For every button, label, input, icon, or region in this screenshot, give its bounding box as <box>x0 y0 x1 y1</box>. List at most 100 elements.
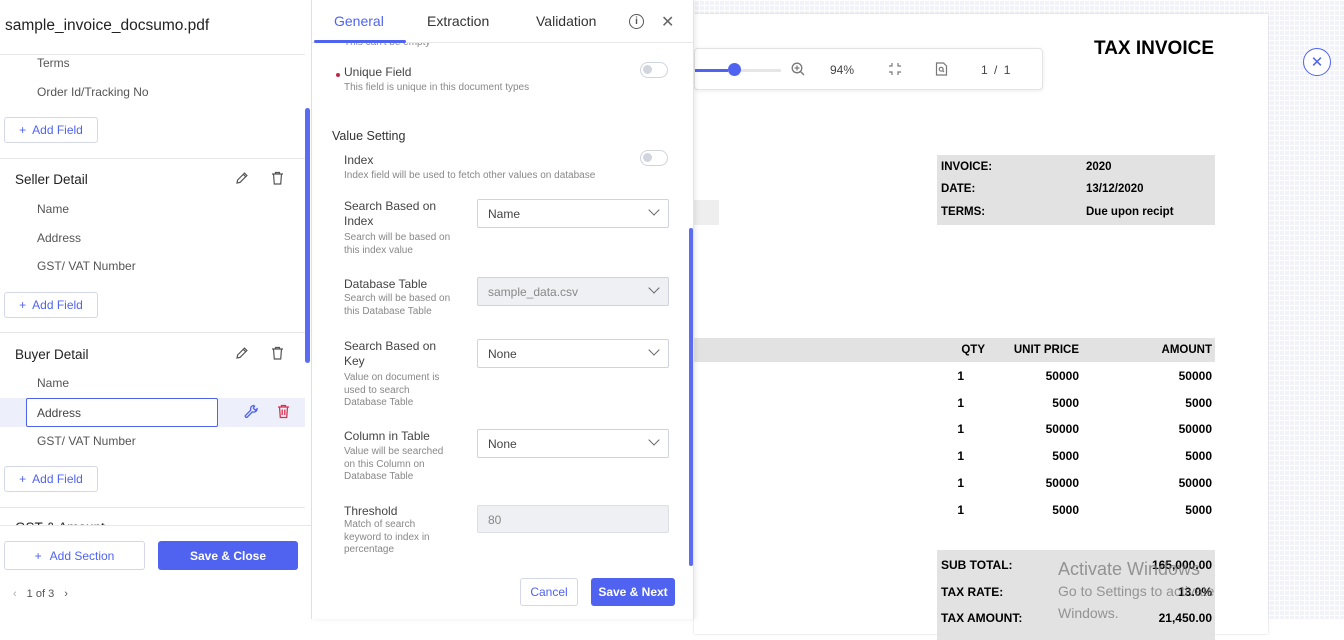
item-qty: 1 <box>957 503 964 517</box>
unique-field-toggle[interactable] <box>640 62 668 78</box>
chevron-right-icon[interactable]: › <box>64 588 68 600</box>
threshold-hint: Match of search keyword to index in perc… <box>344 519 430 555</box>
meta-label: TERMS: <box>941 206 986 218</box>
threshold-input[interactable]: 80 <box>477 505 669 533</box>
field-item[interactable]: GST/ VAT Number <box>37 434 136 448</box>
field-list-panel: sample_invoice_docsumo.pdf Terms Order I… <box>0 0 312 619</box>
left-panel-footer: + Add Section Save & Close ‹ 1 of 3 › <box>0 525 311 619</box>
meta-label: INVOICE: <box>941 161 993 173</box>
page-search-icon[interactable] <box>935 62 948 76</box>
save-next-button[interactable]: Save & Next <box>591 578 675 606</box>
trash-icon[interactable] <box>277 404 290 422</box>
meta-label: DATE: <box>941 183 976 195</box>
add-section-button[interactable]: + Add Section <box>4 541 145 570</box>
active-tab-indicator <box>314 40 406 43</box>
col-unit-price: UNIT PRICE <box>1013 344 1079 356</box>
chevron-down-icon <box>648 434 660 446</box>
settings-tabs: General Extraction Validation i ✕ <box>312 0 694 43</box>
plus-icon: + <box>19 472 27 486</box>
item-amount: 50000 <box>1178 422 1212 436</box>
chevron-left-icon[interactable]: ‹ <box>13 588 17 600</box>
close-viewer-icon[interactable]: ✕ <box>1303 48 1331 76</box>
tab-general[interactable]: General <box>334 13 384 29</box>
search-key-hint: Value on document is used to search Data… <box>344 372 440 408</box>
select-value: None <box>488 437 517 451</box>
search-key-select[interactable]: None <box>477 339 669 368</box>
index-toggle[interactable] <box>640 150 668 166</box>
edit-icon[interactable] <box>235 346 249 363</box>
column-select[interactable]: None <box>477 429 669 458</box>
add-field-button[interactable]: + Add Field <box>4 466 98 492</box>
item-unit-price: 5000 <box>1052 449 1079 463</box>
field-item[interactable]: Address <box>37 231 81 245</box>
chevron-down-icon <box>648 282 660 294</box>
watermark-line: Go to Settings to activate Windows. <box>1058 583 1215 621</box>
save-close-button[interactable]: Save & Close <box>158 541 298 570</box>
total-label: TAX RATE: <box>941 585 1004 599</box>
value-setting-heading: Value Setting <box>332 129 406 143</box>
select-value: Name <box>488 207 521 221</box>
item-amount: 5000 <box>1185 396 1212 410</box>
divider <box>0 54 305 55</box>
total-label: SUB TOTAL: <box>941 558 1013 572</box>
database-table-label: Database Table <box>344 277 428 291</box>
add-field-label: Add Field <box>32 298 83 312</box>
zoom-slider-handle[interactable] <box>728 63 741 76</box>
meta-value: 13/12/2020 <box>1086 183 1144 195</box>
wrench-icon[interactable] <box>244 404 259 422</box>
document-filename: sample_invoice_docsumo.pdf <box>5 17 210 34</box>
add-field-button[interactable]: + Add Field <box>4 117 98 143</box>
info-icon[interactable]: i <box>629 14 644 29</box>
add-field-label: Add Field <box>32 123 83 137</box>
database-table-select[interactable]: sample_data.csv <box>477 277 669 306</box>
trash-icon[interactable] <box>271 346 284 363</box>
item-unit-price: 50000 <box>1045 422 1079 436</box>
field-item[interactable]: GST/ VAT Number <box>37 259 136 273</box>
document-viewer: TAX INVOICE INVOICE: 2020 DATE: 13/12/20… <box>694 0 1344 640</box>
page-total: 1 <box>1003 63 1011 77</box>
trash-icon[interactable] <box>271 171 284 188</box>
item-qty: 1 <box>957 396 964 410</box>
field-item[interactable]: Order Id/Tracking No <box>37 85 149 99</box>
field-item[interactable]: Terms <box>37 56 70 70</box>
pagination: ‹ 1 of 3 › <box>13 588 68 600</box>
item-unit-price: 50000 <box>1045 476 1079 490</box>
search-key-label: Search Based on Key <box>344 339 437 368</box>
unique-field-label: Unique Field <box>344 65 412 79</box>
windows-activation-watermark: Activate Windows Go to Settings to activ… <box>1058 558 1268 624</box>
item-row: 1 50000 50000 <box>694 422 1215 442</box>
tab-validation[interactable]: Validation <box>536 13 596 29</box>
required-dot <box>336 73 340 77</box>
col-amount: AMOUNT <box>1161 344 1212 356</box>
column-label: Column in Table <box>344 429 430 443</box>
unique-field-hint: This field is unique in this document ty… <box>344 82 530 93</box>
field-name-input[interactable] <box>26 398 218 427</box>
section-title: Buyer Detail <box>15 347 89 362</box>
cancel-button[interactable]: Cancel <box>520 578 578 606</box>
item-row: 1 5000 5000 <box>694 396 1215 416</box>
add-field-button[interactable]: + Add Field <box>4 292 98 318</box>
add-section-label: Add Section <box>49 548 115 563</box>
search-index-hint: Search will be based on this index value <box>344 232 451 256</box>
section-title: Seller Detail <box>15 172 88 187</box>
zoom-in-icon[interactable] <box>791 62 805 76</box>
field-item[interactable]: Name <box>37 376 69 390</box>
close-icon[interactable]: ✕ <box>661 12 674 32</box>
total-label: TAX AMOUNT: <box>941 611 1023 625</box>
index-hint: Index field will be used to fetch other … <box>344 170 596 181</box>
scrollbar[interactable] <box>305 108 310 363</box>
edit-icon[interactable] <box>235 171 249 188</box>
active-field-row <box>0 398 305 427</box>
item-qty: 1 <box>957 422 964 436</box>
item-unit-price: 5000 <box>1052 503 1079 517</box>
plus-icon: + <box>19 298 27 312</box>
tab-extraction[interactable]: Extraction <box>427 13 489 29</box>
watermark-line: Activate Windows <box>1058 559 1201 579</box>
fit-to-screen-icon[interactable] <box>888 62 902 76</box>
threshold-label: Threshold <box>344 504 398 518</box>
field-item[interactable]: Name <box>37 202 69 216</box>
scrollbar[interactable] <box>689 228 693 566</box>
search-index-select[interactable]: Name <box>477 199 669 228</box>
item-unit-price: 50000 <box>1045 369 1079 383</box>
zoom-level: 94% <box>830 63 855 77</box>
